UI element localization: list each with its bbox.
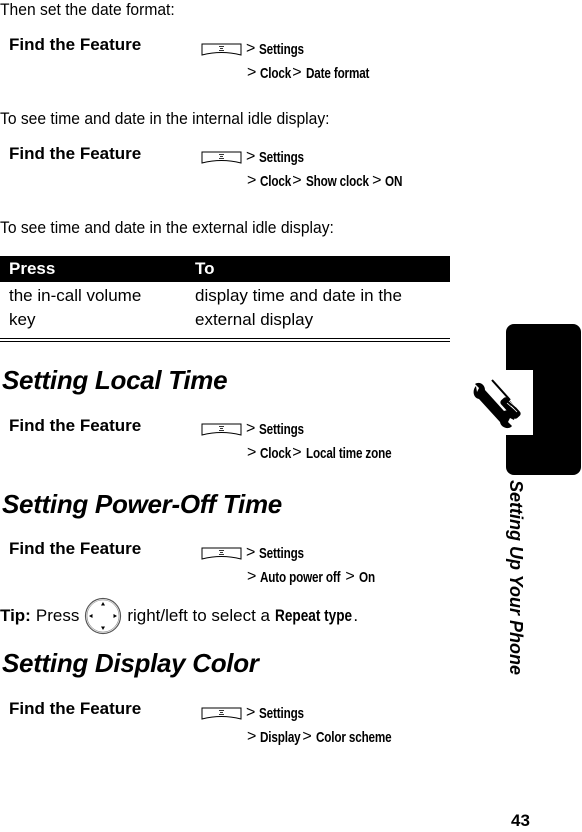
menu-path-power-off: > Settings > Auto power off > On — [201, 541, 379, 589]
menu-key-icon — [201, 707, 242, 720]
cell-press: the in-call volume key — [9, 286, 142, 329]
menu-item-on: On — [358, 568, 375, 586]
intro-internal-idle: To see time and date in the internal idl… — [0, 109, 330, 128]
tip-label: Tip: — [0, 606, 31, 625]
menu-key-icon — [201, 423, 242, 436]
tools-icon — [470, 372, 534, 434]
find-feature-label: Find the Feature — [9, 416, 142, 435]
menu-key-icon — [201, 43, 242, 56]
intro-date-format: Then set the date format: — [0, 0, 175, 19]
menu-item-show-clock: Show clock — [305, 172, 369, 190]
menu-item-settings: Settings — [259, 40, 305, 58]
menu-item-settings: Settings — [259, 148, 305, 166]
menu-path-display-color: > Settings > Display > Color scheme — [201, 701, 412, 749]
column-header-press: Press — [9, 259, 56, 278]
menu-path-date-format: > Settings > Clock > Date format — [201, 37, 387, 85]
intro-external-idle: To see time and date in the external idl… — [0, 218, 334, 237]
menu-item-clock: Clock — [260, 172, 292, 190]
find-feature-label: Find the Feature — [9, 144, 142, 163]
tip: Tip: Press right/left to select a Repeat… — [0, 597, 358, 635]
menu-item-date-format: Date format — [305, 64, 369, 82]
cell-to: display time and date in the external di… — [195, 286, 402, 329]
menu-item-on: ON — [385, 172, 403, 190]
tip-option-repeat-type: Repeat type — [275, 606, 353, 625]
menu-item-auto-power-off: Auto power off — [260, 568, 341, 586]
table-rule — [0, 338, 450, 339]
column-header-to: To — [195, 259, 215, 278]
section-title-display-color: Setting Display Color — [2, 648, 259, 678]
menu-item-clock: Clock — [260, 444, 292, 462]
menu-item-color-scheme: Color scheme — [315, 728, 392, 746]
table-header: Press To — [0, 256, 450, 282]
menu-key-icon — [201, 547, 242, 560]
chapter-title-vertical: Setting Up Your Phone — [506, 480, 526, 676]
find-feature-label: Find the Feature — [9, 35, 142, 54]
menu-item-display: Display — [260, 728, 301, 746]
find-feature-label: Find the Feature — [9, 539, 142, 558]
table-row: the in-call volume key display time and … — [0, 284, 450, 336]
menu-key-icon — [201, 151, 242, 164]
section-title-power-off: Setting Power-Off Time — [2, 489, 282, 519]
menu-path-show-clock: > Settings > Clock > Show clock > ON — [201, 145, 408, 193]
menu-item-local-time-zone: Local time zone — [305, 444, 392, 462]
menu-item-settings: Settings — [259, 544, 305, 562]
menu-item-settings: Settings — [259, 704, 305, 722]
menu-path-local-time: > Settings > Clock > Local time zone — [201, 417, 415, 465]
table-rule — [0, 341, 450, 342]
menu-item-settings: Settings — [259, 420, 305, 438]
menu-item-clock: Clock — [260, 64, 292, 82]
find-feature-label: Find the Feature — [9, 699, 142, 718]
nav-key-icon — [83, 597, 123, 635]
page-number: 43 — [511, 811, 530, 830]
section-title-local-time: Setting Local Time — [2, 365, 228, 395]
